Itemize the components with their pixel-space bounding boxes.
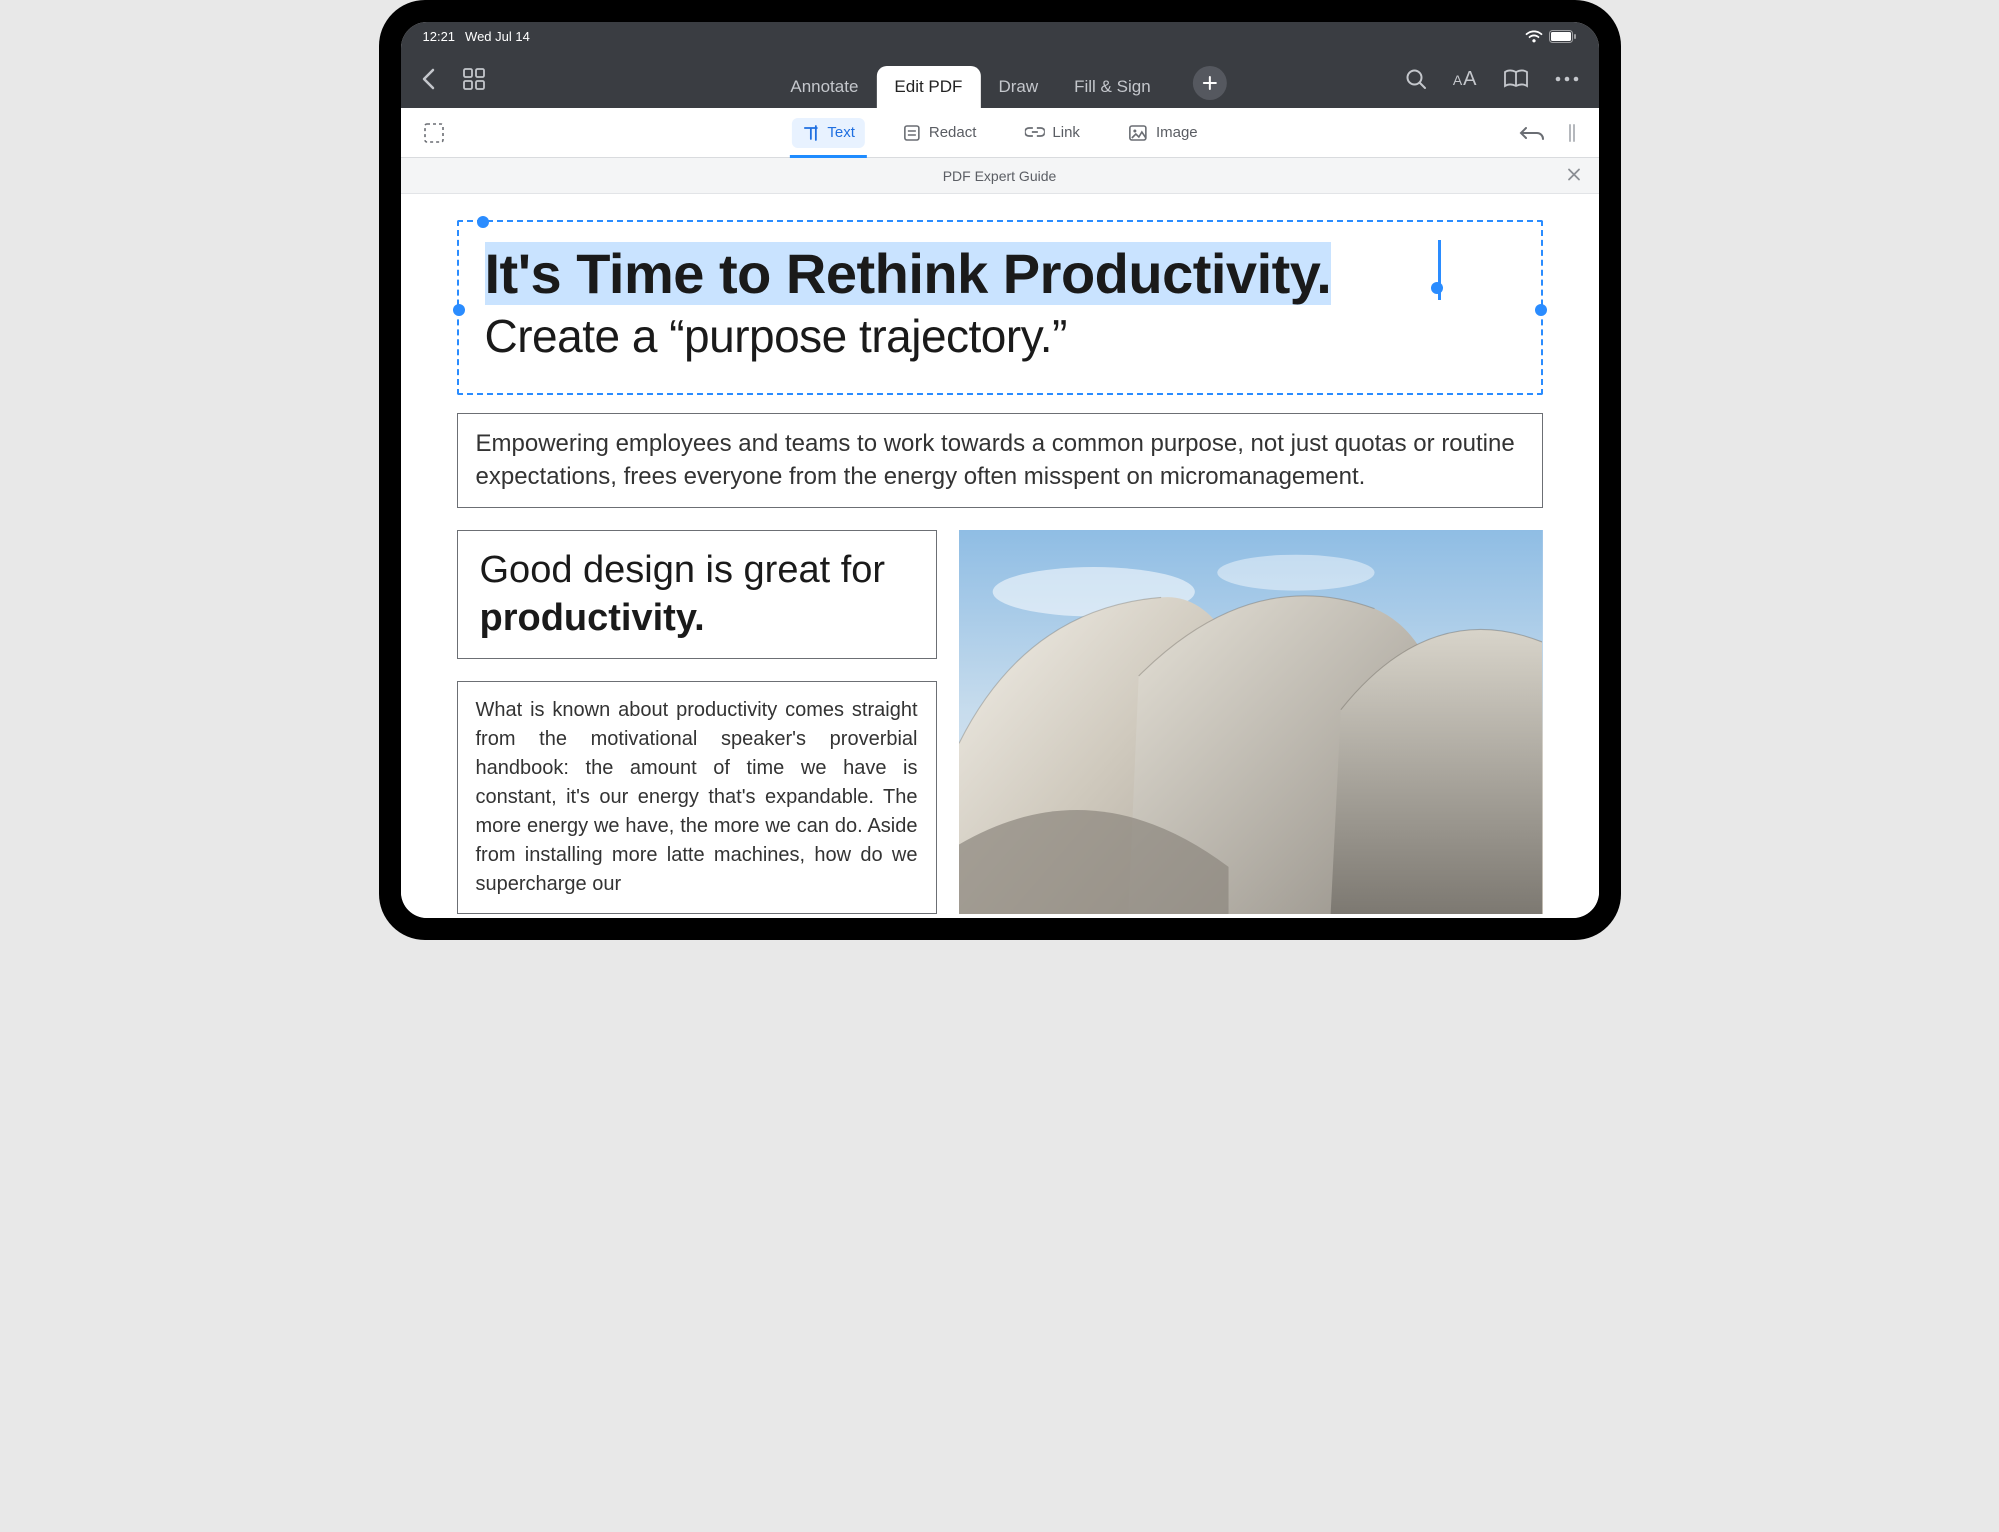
tool-text[interactable]: Text: [791, 118, 865, 148]
text-selection-box[interactable]: It's Time to Rethink Productivity. Creat…: [457, 220, 1543, 395]
document-heading-sub[interactable]: Create a “purpose trajectory.”: [485, 310, 1515, 363]
ipad-screen: 12:21 Wed Jul 14: [401, 22, 1599, 918]
text-cursor: [1438, 240, 1441, 300]
sub-toolbar: Text Redact Link Image: [401, 108, 1599, 158]
more-button[interactable]: [1555, 76, 1579, 82]
redact-tool-icon: [903, 124, 921, 142]
search-button[interactable]: [1405, 68, 1427, 90]
status-bar: 12:21 Wed Jul 14: [401, 22, 1599, 50]
text-size-big-a-icon: A: [1463, 68, 1476, 91]
text-size-small-a-icon: A: [1453, 72, 1462, 88]
tool-text-label: Text: [827, 124, 855, 141]
undo-button[interactable]: [1519, 124, 1545, 142]
reader-view-button[interactable]: [1503, 69, 1529, 89]
tab-fill-sign[interactable]: Fill & Sign: [1056, 66, 1169, 108]
back-button[interactable]: [421, 68, 435, 90]
subheading-prefix: Good design is great for: [480, 549, 886, 591]
body-paragraph-box[interactable]: What is known about productivity comes s…: [457, 681, 937, 914]
selection-handle[interactable]: [477, 216, 489, 228]
document-title: PDF Expert Guide: [943, 168, 1057, 184]
tool-link-label: Link: [1052, 124, 1080, 141]
selection-handle[interactable]: [1431, 282, 1443, 294]
top-toolbar: Annotate Edit PDF Draw Fill & Sign AA: [401, 50, 1599, 108]
tab-draw[interactable]: Draw: [980, 66, 1056, 108]
battery-icon: [1549, 30, 1577, 43]
text-size-button[interactable]: AA: [1453, 68, 1477, 91]
intro-paragraph-box[interactable]: Empowering employees and teams to work t…: [457, 413, 1543, 508]
document-canvas[interactable]: It's Time to Rethink Productivity. Creat…: [401, 194, 1599, 918]
add-tab-button[interactable]: [1193, 66, 1227, 100]
close-document-button[interactable]: [1567, 165, 1581, 186]
selection-handle[interactable]: [453, 304, 465, 316]
tool-redact-label: Redact: [929, 124, 977, 141]
document-heading-main[interactable]: It's Time to Rethink Productivity.: [485, 242, 1332, 305]
tab-annotate[interactable]: Annotate: [772, 66, 876, 108]
toolbar-drag-handle[interactable]: [1567, 122, 1577, 144]
document-title-bar: PDF Expert Guide: [401, 158, 1599, 194]
subheading-box[interactable]: Good design is great for productivity.: [457, 530, 937, 659]
tool-image[interactable]: Image: [1118, 118, 1208, 148]
article-image[interactable]: [959, 530, 1543, 914]
tool-redact[interactable]: Redact: [893, 118, 987, 148]
tool-image-label: Image: [1156, 124, 1198, 141]
subheading-bold: productivity.: [480, 597, 705, 639]
link-tool-icon: [1024, 124, 1044, 142]
status-time: 12:21: [423, 29, 456, 44]
status-date: Wed Jul 14: [465, 29, 530, 44]
tool-link[interactable]: Link: [1014, 118, 1090, 148]
building-illustration: [959, 530, 1543, 914]
tab-edit-pdf[interactable]: Edit PDF: [876, 66, 980, 108]
text-tool-icon: [801, 124, 819, 142]
image-tool-icon: [1128, 124, 1148, 142]
thumbnails-button[interactable]: [463, 68, 485, 90]
wifi-icon: [1525, 30, 1543, 43]
selection-tool-button[interactable]: [423, 122, 445, 144]
selection-handle[interactable]: [1535, 304, 1547, 316]
ipad-device-frame: 12:21 Wed Jul 14: [379, 0, 1621, 940]
